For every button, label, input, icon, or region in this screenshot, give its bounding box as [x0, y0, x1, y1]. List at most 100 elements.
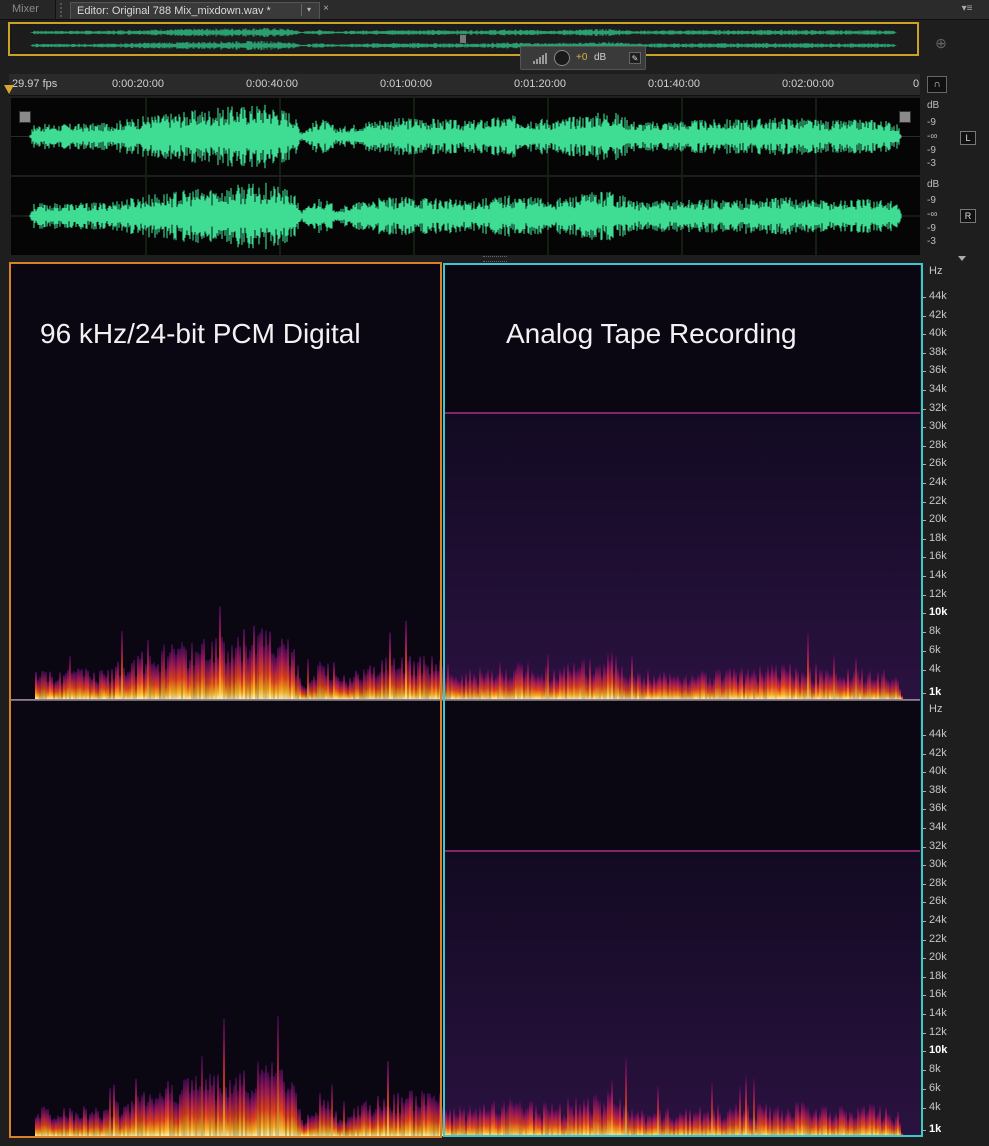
hz-tick-mark [922, 1130, 926, 1131]
waveform-lane-left[interactable] [11, 98, 920, 175]
hz-tick-mark [922, 1089, 926, 1091]
channel-right-button[interactable]: R [960, 209, 976, 223]
hz-tick: 4k [929, 663, 941, 676]
signal-meter-icon [533, 53, 547, 64]
hz-unit-label: Hz [929, 265, 943, 277]
panel-gripper[interactable] [60, 3, 68, 17]
hz-tick-mark [922, 632, 926, 634]
db-tick: -9 [927, 223, 936, 234]
hz-tick-mark [922, 501, 926, 503]
hz-tick-mark [922, 809, 926, 811]
hz-tick: 32k [929, 839, 947, 852]
hz-tick-mark [922, 883, 926, 885]
volume-hud[interactable]: +0 dB ✎ [520, 46, 646, 70]
waveform-right [11, 177, 920, 255]
hz-tick-mark [922, 1051, 926, 1053]
headphones-icon[interactable]: ∩ [927, 76, 947, 93]
hz-tick-mark [922, 520, 926, 522]
hz-scale-left-channel: Hz 44k 42k 40k 38k 36k 34k 32k 30k 28k 26k 24k 22k 20… [922, 263, 989, 700]
hz-tick-mark [922, 445, 926, 447]
hz-tick: 34k [929, 383, 947, 395]
hz-tick: 42k [929, 308, 947, 321]
hz-tick-mark [922, 902, 926, 904]
hz-tick-mark [922, 297, 926, 298]
hz-tick-mark [922, 1108, 926, 1110]
hz-tick-mark [922, 753, 926, 755]
overview-waveform [12, 26, 915, 52]
hz-tick: 8k [929, 1063, 941, 1076]
tab-dropdown-icon[interactable]: ▾ [301, 4, 316, 16]
hz-tick-mark [922, 1032, 926, 1034]
channel-left-button[interactable]: L [960, 131, 976, 145]
hz-tick-mark [922, 483, 926, 484]
hz-tick: 18k [929, 969, 947, 982]
db-tick: dB [927, 100, 940, 111]
hz-tick-mark [922, 576, 926, 577]
hz-tick-mark [922, 670, 926, 672]
pin-icon[interactable]: ✎ [629, 52, 641, 64]
time-ruler[interactable]: 29.97 fps 0:00:20:00 0:00:40:00 0:01:00:… [9, 74, 920, 96]
hz-tick-mark [922, 613, 926, 615]
db-tick: -9 [927, 117, 936, 128]
playhead-marker[interactable] [4, 85, 14, 94]
hz-tick-mark [922, 651, 926, 653]
fade-in-handle[interactable] [19, 111, 31, 123]
hz-tick-mark [922, 939, 926, 941]
hz-tick-mark [922, 427, 926, 429]
hz-tick: 28k [929, 876, 947, 889]
ruler-label: 0 [913, 78, 920, 90]
pcm-digital-label: 96 kHz/24-bit PCM Digital [40, 318, 361, 349]
hz-tick-mark [922, 976, 926, 978]
view-splitter-handle[interactable] [483, 256, 507, 262]
hz-tick: 12k [929, 1025, 947, 1038]
hz-unit-label: Hz [929, 703, 943, 715]
db-tick: -∞ [927, 209, 938, 220]
zoom-icon[interactable]: ⊕ [930, 32, 952, 54]
hz-tick: 36k [929, 364, 947, 377]
waveform-left [11, 98, 920, 175]
db-tick: dB [927, 179, 940, 190]
hz-tick: 30k [929, 858, 947, 871]
selection-analog-tape[interactable] [443, 263, 923, 1137]
hz-tick-mark [922, 958, 926, 960]
ruler-label: 0:00:20:00 [112, 78, 164, 90]
hz-tick: 12k [929, 587, 947, 600]
hz-tick: 16k [929, 550, 947, 563]
ruler-label: 0:01:00:00 [380, 78, 432, 90]
hz-tick: 20k [929, 513, 947, 526]
fade-out-handle[interactable] [899, 111, 911, 123]
hz-tick: 6k [929, 1082, 941, 1095]
db-tick: -3 [927, 236, 936, 247]
volume-knob[interactable] [554, 50, 570, 66]
waveform-lane-right[interactable] [11, 177, 920, 255]
tab-mixer[interactable]: Mixer [0, 0, 56, 19]
hz-tick-mark [922, 371, 926, 373]
hz-tick-mark [922, 352, 926, 354]
tab-close-icon[interactable]: × [320, 2, 332, 16]
hz-tick-mark [922, 538, 926, 540]
selection-pcm-digital[interactable] [9, 262, 442, 1138]
hz-tick: 28k [929, 438, 947, 451]
hz-tick: 1k [929, 686, 942, 698]
db-tick: -9 [927, 195, 936, 206]
hz-tick-mark [922, 846, 926, 848]
hz-tick-mark [922, 1014, 926, 1015]
ruler-label: 0:02:00:00 [782, 78, 834, 90]
hz-tick: 18k [929, 531, 947, 544]
tab-editor[interactable]: Editor: Original 788 Mix_mixdown.wav * [70, 2, 320, 19]
hz-tick: 8k [929, 625, 941, 638]
hz-tick-mark [922, 865, 926, 867]
hz-tick: 38k [929, 783, 947, 796]
scale-dropdown-icon[interactable] [958, 256, 966, 261]
hz-tick-mark [922, 1070, 926, 1072]
hz-tick: 20k [929, 951, 947, 964]
hz-tick-mark [922, 921, 926, 922]
hz-tick: 22k [929, 494, 947, 507]
hz-tick: 44k [929, 290, 947, 302]
hz-tick-mark [922, 828, 926, 829]
db-scale-right: dB -9 -∞ -9 -3 [922, 179, 948, 257]
hz-tick: 4k [929, 1101, 941, 1114]
panel-menu-icon[interactable]: ▾≡ [955, 2, 979, 16]
db-tick: -9 [927, 145, 936, 156]
volume-value[interactable]: +0 [576, 52, 587, 63]
